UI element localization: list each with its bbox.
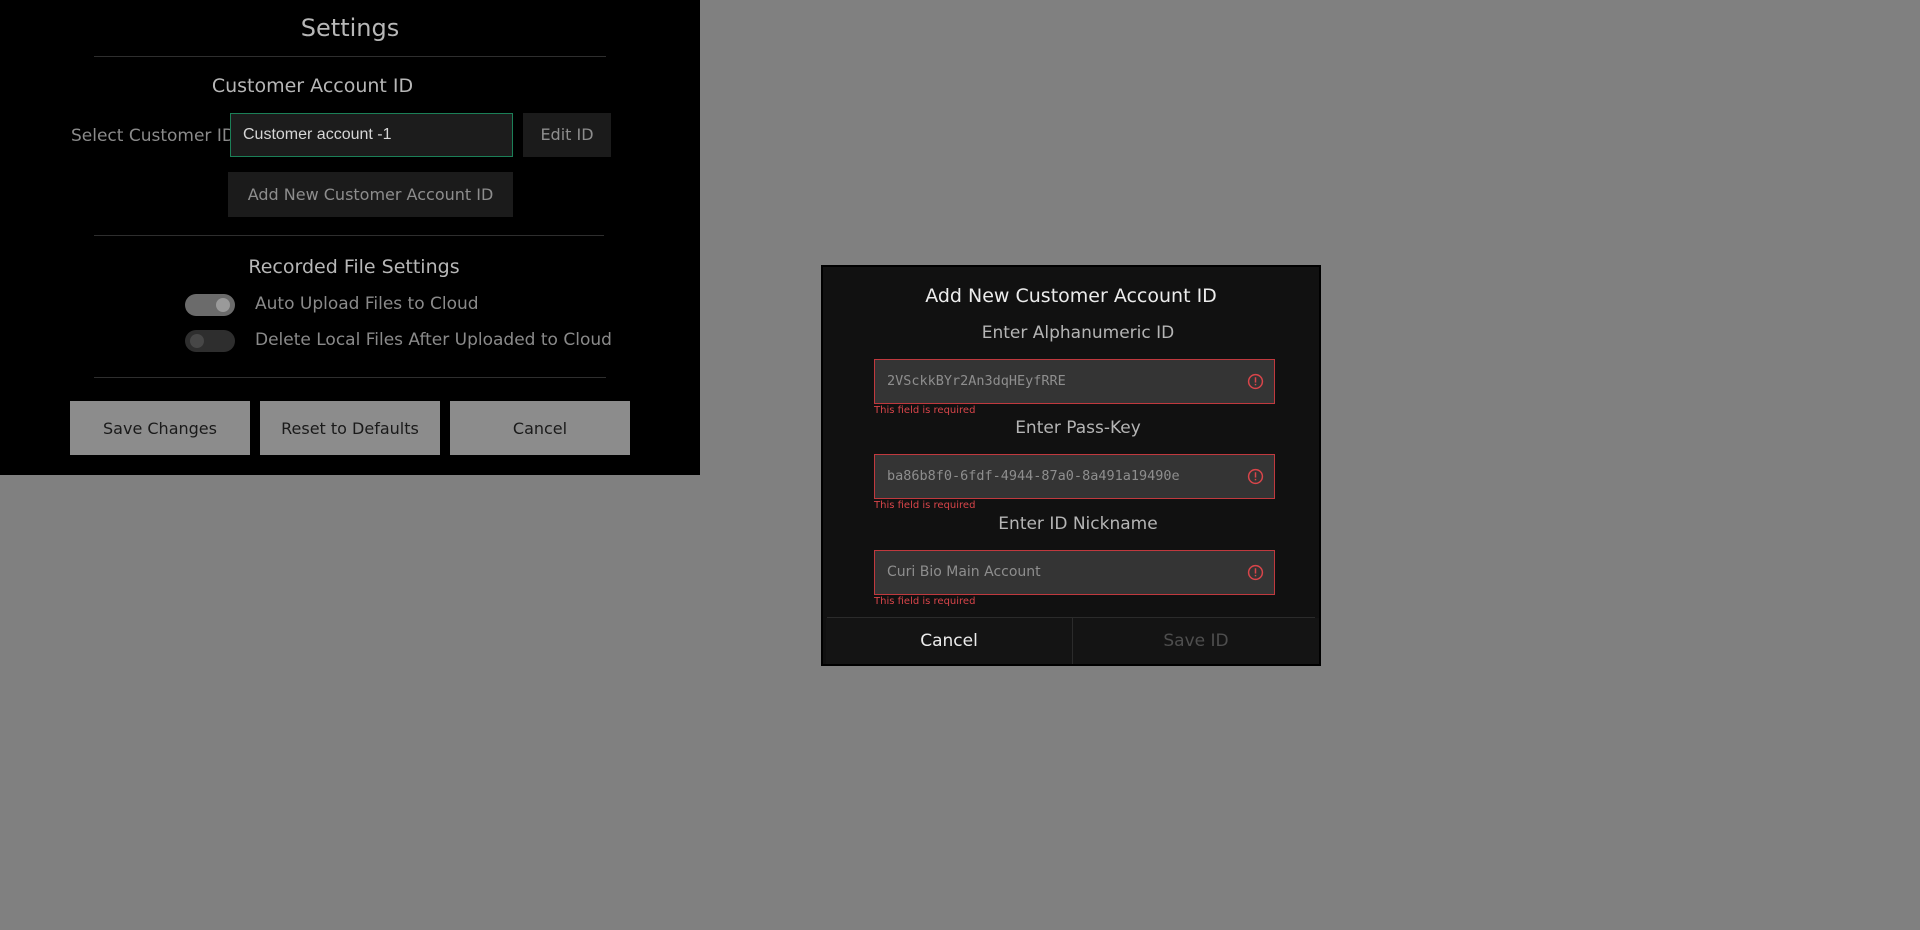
alphanumeric-id-value: 2VSckkBYr2An3dqHEyfRRE — [887, 373, 1066, 389]
divider — [94, 56, 606, 57]
alphanumeric-id-label: Enter Alphanumeric ID — [981, 323, 1175, 343]
edit-id-button[interactable]: Edit ID — [523, 113, 611, 157]
settings-cancel-button[interactable]: Cancel — [450, 401, 630, 455]
reset-to-defaults-button[interactable]: Reset to Defaults — [260, 401, 440, 455]
customer-account-heading: Customer Account ID — [211, 75, 414, 97]
pass-key-error: This field is required — [874, 500, 976, 511]
id-nickname-input[interactable]: Curi Bio Main Account — [874, 550, 1275, 595]
divider — [94, 377, 606, 378]
settings-panel: Settings Customer Account ID Select Cust… — [0, 0, 700, 475]
auto-upload-label: Auto Upload Files to Cloud — [255, 294, 479, 314]
id-nickname-value: Curi Bio Main Account — [887, 564, 1041, 580]
id-nickname-label: Enter ID Nickname — [998, 514, 1158, 534]
delete-local-files-label: Delete Local Files After Uploaded to Clo… — [255, 330, 612, 350]
select-customer-label: Select Customer ID — [71, 126, 235, 146]
customer-id-select[interactable]: Customer account -1 — [230, 113, 513, 157]
pass-key-input[interactable]: ba86b8f0-6fdf-4944-87a0-8a491a19490e — [874, 454, 1275, 499]
toggle-knob — [216, 298, 230, 312]
error-circle-icon — [1247, 468, 1264, 485]
recorded-file-settings-heading: Recorded File Settings — [248, 256, 460, 278]
auto-upload-toggle[interactable] — [185, 294, 235, 316]
pass-key-label: Enter Pass-Key — [1015, 418, 1141, 438]
alphanumeric-id-error: This field is required — [874, 405, 976, 416]
error-circle-icon — [1247, 373, 1264, 390]
add-customer-account-button[interactable]: Add New Customer Account ID — [228, 172, 513, 217]
save-changes-button[interactable]: Save Changes — [70, 401, 250, 455]
modal-cancel-button[interactable]: Cancel — [826, 618, 1072, 664]
alphanumeric-id-input[interactable]: 2VSckkBYr2An3dqHEyfRRE — [874, 359, 1275, 404]
id-nickname-error: This field is required — [874, 596, 976, 607]
add-customer-account-modal: Add New Customer Account ID Enter Alphan… — [821, 265, 1321, 666]
settings-title: Settings — [300, 14, 400, 42]
toggle-knob — [190, 334, 204, 348]
delete-local-files-toggle[interactable] — [185, 330, 235, 352]
modal-title: Add New Customer Account ID — [925, 285, 1217, 307]
pass-key-value: ba86b8f0-6fdf-4944-87a0-8a491a19490e — [887, 468, 1180, 484]
divider — [94, 235, 604, 236]
save-id-button[interactable]: Save ID — [1073, 618, 1319, 664]
error-circle-icon — [1247, 564, 1264, 581]
